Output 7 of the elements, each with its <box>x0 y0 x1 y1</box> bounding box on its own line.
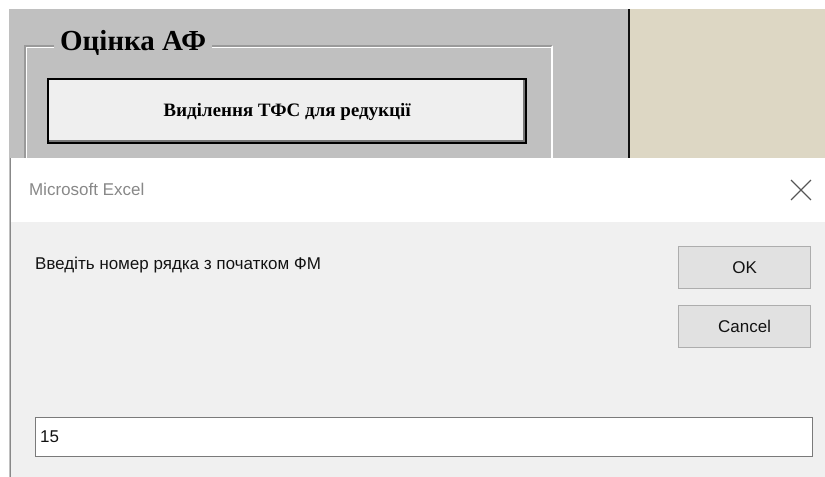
prompt-text: Введіть номер рядка з початком ФМ <box>35 254 321 274</box>
reduction-button[interactable]: Виділення ТФС для редукції <box>47 78 527 144</box>
window-title: Microsoft Excel <box>29 180 144 200</box>
input-field[interactable]: 15 <box>35 417 813 457</box>
cancel-button[interactable]: Cancel <box>678 305 811 348</box>
close-icon[interactable] <box>790 179 812 201</box>
ok-button[interactable]: OK <box>678 246 811 289</box>
